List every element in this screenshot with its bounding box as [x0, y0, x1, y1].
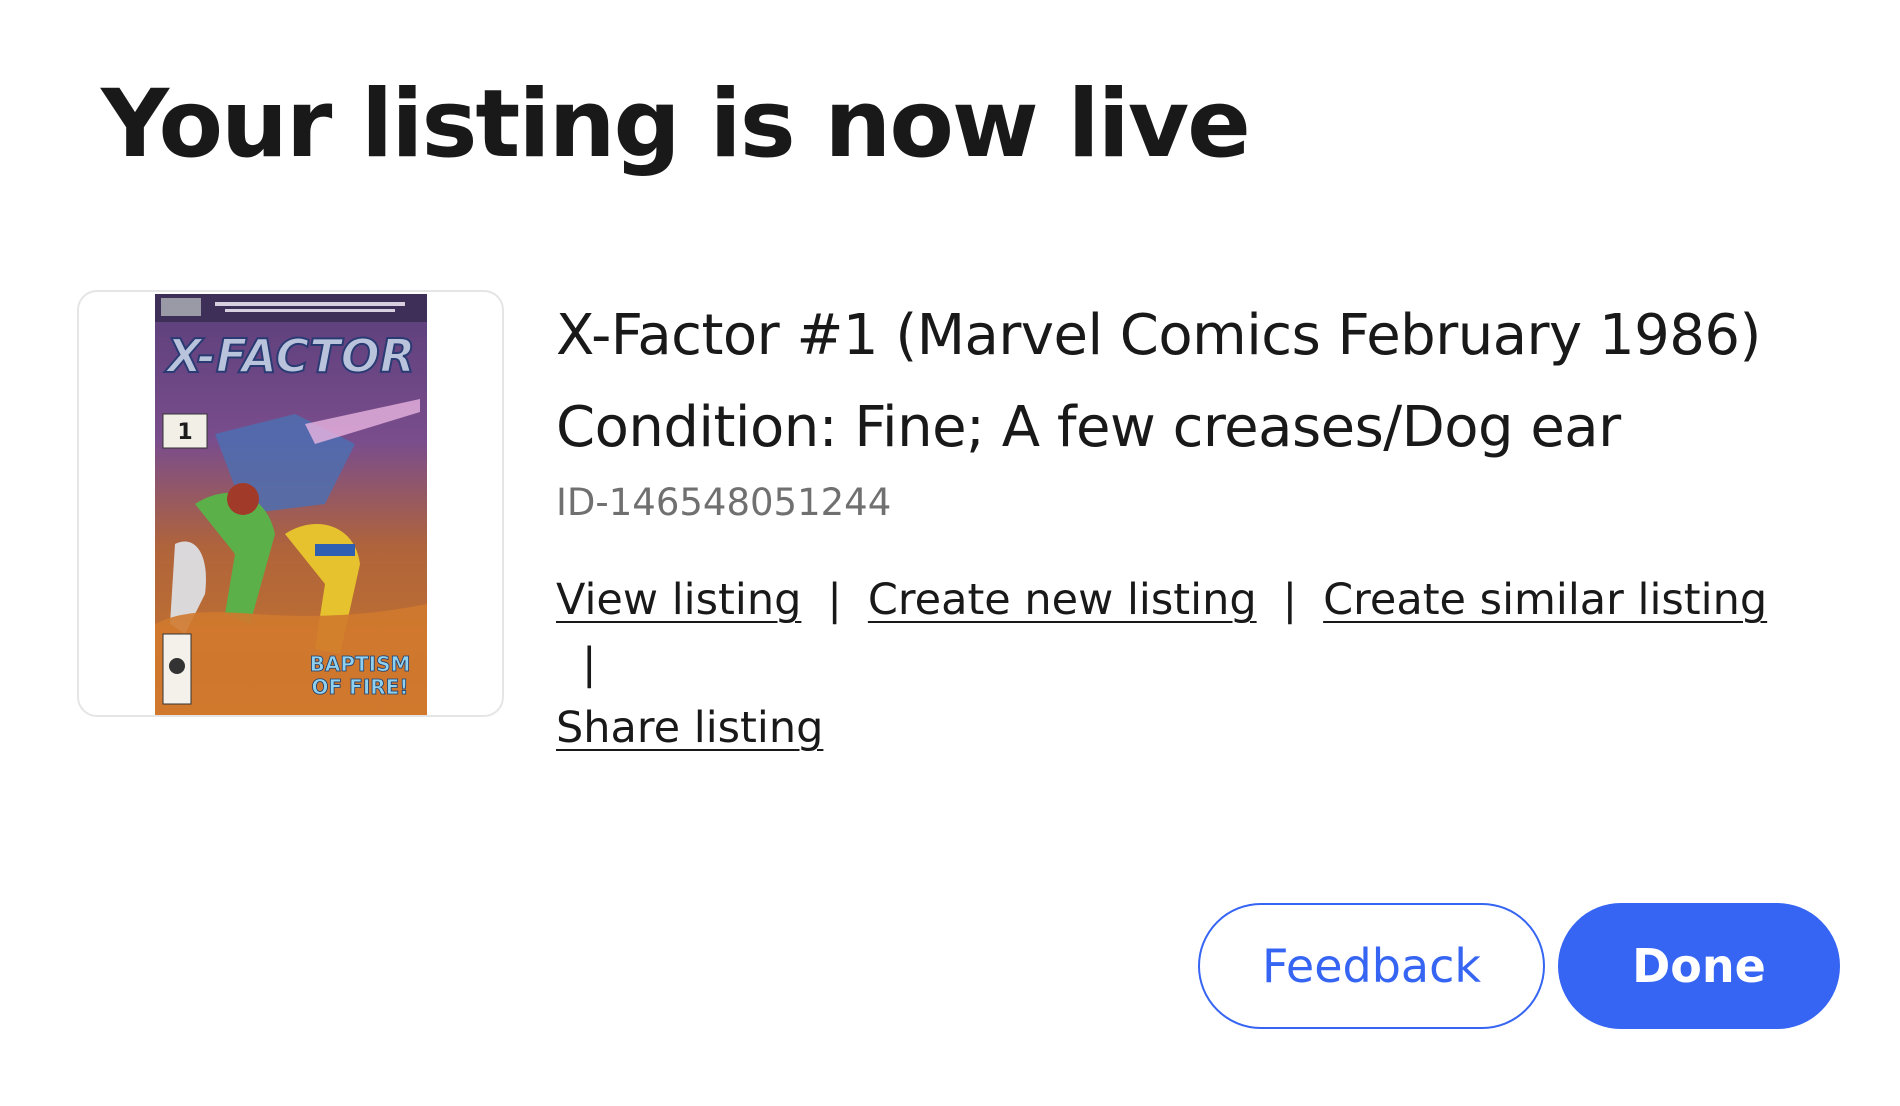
svg-text:X-FACTOR: X-FACTOR — [164, 329, 415, 383]
listing-id: ID-146548051244 — [556, 481, 892, 524]
share-listing-link[interactable]: Share listing — [556, 703, 823, 753]
link-separator: | — [582, 639, 597, 689]
link-separator: | — [827, 575, 842, 625]
view-listing-link[interactable]: View listing — [556, 575, 801, 625]
create-new-listing-link[interactable]: Create new listing — [868, 575, 1257, 625]
comic-cover-image: X-FACTOR 1 BAPTISM OF FIRE! — [155, 294, 427, 715]
link-separator: | — [1282, 575, 1298, 625]
page-title: Your listing is now live — [101, 70, 1251, 179]
feedback-button[interactable]: Feedback — [1198, 903, 1545, 1029]
listing-info: X-Factor #1 (Marvel Comics February 1986… — [556, 290, 1816, 760]
svg-text:BAPTISM: BAPTISM — [310, 652, 411, 676]
listing-title: X-Factor #1 (Marvel Comics February 1986… — [556, 303, 1761, 460]
svg-text:OF FIRE!: OF FIRE! — [312, 675, 409, 699]
listing-thumbnail[interactable]: X-FACTOR 1 BAPTISM OF FIRE! — [77, 290, 504, 717]
svg-text:1: 1 — [177, 420, 192, 445]
create-similar-listing-link[interactable]: Create similar listing — [1323, 575, 1767, 625]
listing-live-dialog: Your listing is now live X-FACTOR 1 BAPT… — [0, 0, 1900, 1106]
listing-actions: View listing | Create new listing | Create s… — [556, 568, 1816, 760]
done-button[interactable]: Done — [1558, 903, 1840, 1029]
